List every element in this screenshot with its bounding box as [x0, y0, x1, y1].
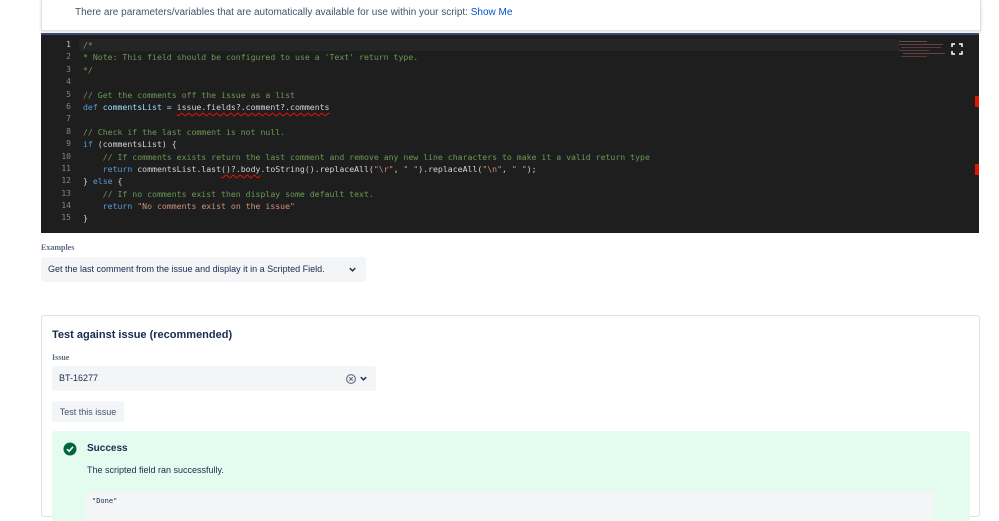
code-token: (commentsList) {	[92, 139, 177, 150]
line-number: 14	[61, 201, 71, 211]
show-me-link[interactable]: Show Me	[471, 7, 513, 18]
code-token: commentsList.last	[132, 163, 222, 174]
code-token: return	[102, 201, 133, 212]
code-token: commentsList	[102, 101, 162, 112]
code-line[interactable]: // If no comments exist then display som…	[83, 188, 899, 200]
code-line[interactable]: // Get the comments off the issue as a l…	[83, 89, 899, 101]
code-line[interactable]	[83, 113, 899, 125]
info-message: There are parameters/variables that are …	[75, 7, 468, 18]
code-line[interactable]: if (commentsList) {	[83, 138, 899, 150]
code-token: "No comments exist on the issue"	[137, 201, 295, 212]
info-text: There are parameters/variables that are …	[75, 7, 512, 18]
code-token: }	[83, 176, 93, 187]
code-token: ,	[502, 163, 512, 174]
code-token: " "	[403, 163, 419, 174]
code-line[interactable]: // Check if the last comment is not null…	[83, 126, 899, 138]
error-scroll-marker[interactable]	[975, 164, 979, 175]
code-token: // Get the comments off the issue as a l…	[83, 89, 295, 100]
code-token: // Check if the last comment is not null…	[83, 126, 286, 137]
code-token: }	[83, 213, 88, 224]
line-number: 4	[66, 77, 71, 87]
chevron-down-icon	[349, 267, 356, 272]
code-token: */	[83, 64, 93, 75]
code-token: =	[161, 101, 177, 112]
code-token: def	[83, 101, 103, 112]
error-scroll-marker[interactable]	[975, 96, 979, 107]
issue-label: Issue	[52, 353, 70, 362]
line-number: 8	[66, 126, 71, 136]
code-token: "\r"	[373, 163, 394, 174]
examples-label: Examples	[41, 243, 75, 252]
line-number: 5	[66, 89, 71, 99]
code-line[interactable]: } else {	[83, 175, 899, 187]
code-token: ).replaceAll(	[418, 163, 483, 174]
code-token: // If no comments exist then display som…	[102, 188, 374, 199]
examples-dropdown[interactable]: Get the last comment from the issue and …	[41, 257, 366, 282]
code-error-token: ()?.body	[221, 163, 261, 174]
code-token: if	[83, 139, 93, 150]
line-number: 1	[66, 40, 71, 49]
fullscreen-icon[interactable]	[951, 43, 963, 55]
line-number: 15	[61, 213, 71, 223]
code-line[interactable]	[83, 76, 899, 88]
code-line[interactable]: return "No comments exist on the issue"	[83, 200, 899, 212]
editor-top-border	[41, 33, 979, 35]
code-error-token: issue.fields?.comment?.comments	[176, 101, 330, 112]
success-description: The scripted field ran successfully.	[87, 465, 224, 475]
code-content[interactable]: /* * Note: This field should be configure…	[83, 39, 899, 225]
line-number: 11	[61, 163, 71, 173]
code-token: // If comments exists return the last co…	[102, 151, 650, 162]
code-token: /*	[83, 40, 93, 50]
success-title: Success	[87, 443, 128, 454]
examples-selected-value: Get the last comment from the issue and …	[48, 264, 325, 274]
code-line[interactable]: * Note: This field should be configured …	[83, 51, 899, 63]
line-number: 3	[66, 64, 71, 74]
code-editor[interactable]: 1 2 3 4 5 6 7 8 9 10 11 12 13 14 15 /* * Note: This fie…	[41, 33, 979, 233]
code-line[interactable]: }	[83, 212, 899, 224]
code-line[interactable]: // If comments exists return the last co…	[83, 151, 899, 163]
code-token: * Note: This field should be configured …	[83, 52, 419, 63]
line-number: 7	[66, 114, 71, 124]
clear-icon[interactable]	[346, 374, 356, 384]
line-number: 6	[66, 101, 71, 111]
result-output: "Done"	[86, 491, 934, 521]
code-token: {	[112, 176, 123, 187]
issue-picker-value: BT-16277	[59, 373, 99, 383]
line-number: 2	[66, 52, 71, 62]
code-token: " "	[511, 163, 527, 174]
code-line[interactable]: return commentsList.last()?.body.toStrin…	[83, 163, 899, 175]
line-number: 12	[61, 176, 71, 186]
line-number: 10	[61, 151, 71, 161]
code-token: return	[102, 163, 133, 174]
code-token: );	[526, 163, 537, 174]
line-number: 13	[61, 188, 71, 198]
code-line[interactable]: */	[83, 64, 899, 76]
script-variables-info: There are parameters/variables that are …	[41, 0, 981, 31]
test-panel-title: Test against issue (recommended)	[52, 329, 233, 341]
code-token: ,	[393, 163, 404, 174]
chevron-down-icon[interactable]	[359, 374, 368, 383]
code-token: .toString().replaceAll(	[260, 163, 374, 174]
line-number-gutter: 1 2 3 4 5 6 7 8 9 10 11 12 13 14 15	[41, 39, 71, 225]
test-against-issue-panel: Test against issue (recommended) Issue B…	[41, 315, 980, 521]
line-number: 9	[66, 139, 71, 149]
issue-picker[interactable]: BT-16277	[52, 366, 376, 391]
code-token: "\n"	[482, 163, 503, 174]
result-value: "Done"	[92, 497, 118, 505]
check-circle-icon	[63, 442, 77, 456]
code-line[interactable]: def commentsList = issue.fields?.comment…	[83, 101, 899, 113]
code-token: else	[92, 176, 113, 187]
code-line[interactable]: /*	[79, 39, 899, 51]
test-this-issue-button[interactable]: Test this issue	[52, 401, 124, 422]
